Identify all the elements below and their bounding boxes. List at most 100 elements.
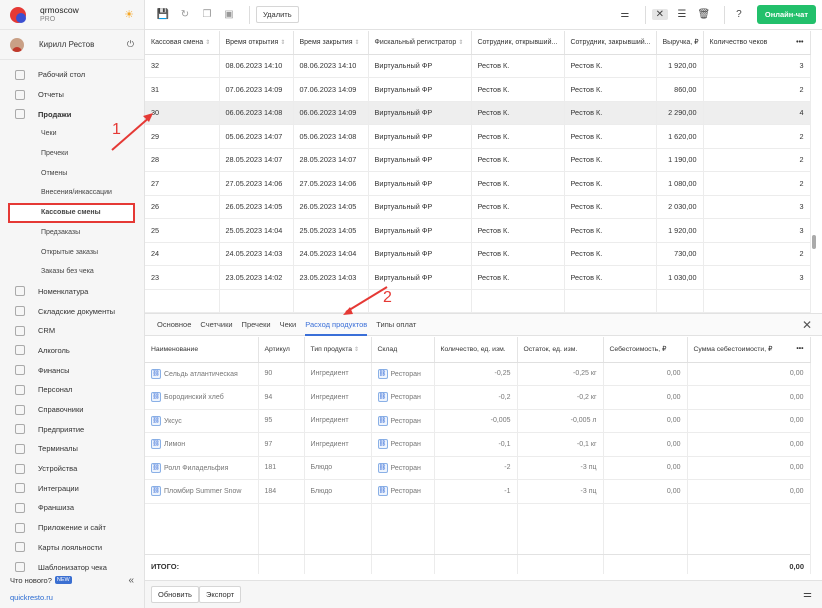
table-row[interactable]: 32 08.06.2023 14:10 08.06.2023 14:10 Виртуа… xyxy=(145,54,811,78)
table-row[interactable]: 23 23.05.2023 14:02 23.05.2023 14:03 Виртуа… xyxy=(145,265,811,290)
table-cell[interactable]: ⛓ Ресторан xyxy=(371,362,435,386)
nav-item-terminals[interactable]: Терминалы xyxy=(0,439,144,459)
nav-item-references[interactable]: Справочники xyxy=(0,400,144,420)
theme-toggle-icon[interactable]: ☀ xyxy=(124,8,134,21)
nav-item-dashboard[interactable]: Рабочий стол xyxy=(0,65,144,85)
nav-item-nomenclature[interactable]: Номенклатура xyxy=(0,282,144,302)
nav-item-integrations[interactable]: Интеграции xyxy=(0,478,144,498)
table-cell[interactable]: ⛓ Ресторан xyxy=(371,479,435,504)
nav-sub-cancellations[interactable]: Отмены xyxy=(0,163,144,183)
tab-main[interactable]: Основное xyxy=(157,314,191,336)
tools-icon[interactable]: ✕ xyxy=(651,9,668,20)
table-row[interactable]: 27 27.05.2023 14:06 27.05.2023 14:06 Виртуа… xyxy=(145,171,811,196)
table-row[interactable]: ⛓ Уксус 95 Ингредиент ⛓ Ресторан -0,005 -0,005 … xyxy=(145,409,811,433)
link-icon[interactable]: ⛓ xyxy=(377,439,388,450)
nav-item-finance[interactable]: Финансы xyxy=(0,360,144,380)
col-name[interactable]: Наименование xyxy=(145,337,259,363)
logout-icon[interactable]: ⏻ xyxy=(127,39,134,50)
col-checks-count[interactable]: Количество чеков ••• xyxy=(703,31,811,55)
nav-sub-cash-movements[interactable]: Внесения/инкассации xyxy=(0,183,144,203)
nav-item-crm[interactable]: CRM xyxy=(0,321,144,341)
online-chat-button[interactable]: Онлайн-чат xyxy=(756,5,816,24)
link-icon[interactable]: ⛓ xyxy=(151,462,161,473)
tab-product-consumption[interactable]: Расход продуктов xyxy=(305,314,368,336)
link-icon[interactable]: ⛓ xyxy=(377,415,388,426)
table-cell[interactable]: ⛓ Ресторан xyxy=(371,456,435,480)
save-icon[interactable]: 💾 xyxy=(155,9,171,20)
col-close-time[interactable]: Время закрытия ⇕ xyxy=(293,31,369,55)
link-icon[interactable]: ⛓ xyxy=(377,368,388,379)
link-icon[interactable]: ⛓ xyxy=(151,368,161,379)
help-icon[interactable]: ? xyxy=(731,9,747,20)
link-icon[interactable]: ⛓ xyxy=(377,486,388,497)
table-row[interactable]: ⛓ Сельдь атлантическая 90 Ингредиент ⛓ Рестор… xyxy=(145,362,811,386)
nav-item-enterprise[interactable]: Предприятие xyxy=(0,419,144,439)
col-remainder[interactable]: Остаток, ед. изм. xyxy=(517,337,604,363)
user-block[interactable]: Кирилл Рестов ⏻ xyxy=(0,30,144,60)
table-row[interactable]: ⛓ Пломбир Summer Snow 184 Блюдо ⛓ Ресторан -1-… xyxy=(145,479,811,504)
col-revenue[interactable]: Выручка, ₽ xyxy=(656,31,704,55)
col-product-type[interactable]: Тип продукта ⇕ xyxy=(304,337,372,363)
table-cell[interactable]: ⛓ Ресторан xyxy=(371,409,435,433)
table-row[interactable]: 28 28.05.2023 14:07 28.05.2023 14:07 Виртуа… xyxy=(145,148,811,172)
nav-item-loyalty[interactable]: Карты лояльности xyxy=(0,538,144,558)
tab-counters[interactable]: Счетчики xyxy=(200,314,232,336)
more-icon[interactable]: ••• xyxy=(796,345,803,352)
nav-sub-checks[interactable]: Чеки xyxy=(0,124,144,144)
table-cell[interactable]: ⛓ Сельдь атлантическая xyxy=(145,362,259,386)
col-quantity[interactable]: Количество, ед. изм. xyxy=(434,337,518,363)
site-link[interactable]: quickresto.ru xyxy=(10,593,53,602)
table-cell[interactable]: ⛓ Ролл Филадельфия xyxy=(145,456,259,480)
col-closed-by[interactable]: Сотрудник, закрывший... xyxy=(564,31,657,55)
col-opened-by[interactable]: Сотрудник, открывший... xyxy=(471,31,565,55)
link-icon[interactable]: ⛓ xyxy=(151,415,161,426)
table-row[interactable]: 31 07.06.2023 14:09 07.06.2023 14:09 Виртуа… xyxy=(145,77,811,102)
filter-sliders-icon[interactable]: ⚌ xyxy=(617,9,633,20)
nav-item-franchise[interactable]: Франшиза xyxy=(0,498,144,518)
table-row[interactable]: 26 26.05.2023 14:05 26.05.2023 14:05 Виртуа… xyxy=(145,195,811,219)
more-icon[interactable]: ••• xyxy=(796,39,803,46)
nav-item-warehouse-docs[interactable]: Складские документы xyxy=(0,301,144,321)
table-cell[interactable]: ⛓ Ресторан xyxy=(371,432,435,457)
col-cost[interactable]: Себестоимость, ₽ xyxy=(603,337,688,363)
nav-item-staff[interactable]: Персонал xyxy=(0,380,144,400)
table-row[interactable]: ⛓ Лимон 97 Ингредиент ⛓ Ресторан -0,1 -0,1 кг 0,… xyxy=(145,432,811,457)
list-icon[interactable]: ☰ xyxy=(674,9,690,20)
col-article[interactable]: Артикул xyxy=(258,337,305,363)
col-warehouse[interactable]: Склад xyxy=(371,337,435,363)
collapse-sidebar-icon[interactable]: « xyxy=(128,575,134,586)
nav-sub-open-orders[interactable]: Открытые заказы xyxy=(0,242,144,262)
refresh-icon[interactable]: ↻ xyxy=(177,9,193,20)
table-row[interactable]: 30 06.06.2023 14:08 06.06.2023 14:09 Виртуа… xyxy=(145,101,811,125)
close-icon[interactable]: ✕ xyxy=(802,318,812,332)
nav-item-devices[interactable]: Устройства xyxy=(0,459,144,479)
nav-item-reports[interactable]: Отчеты xyxy=(0,85,144,105)
table-cell[interactable]: ⛓ Пломбир Summer Snow xyxy=(145,479,259,504)
nav-item-alcohol[interactable]: Алкоголь xyxy=(0,341,144,361)
table-row[interactable]: 25 25.05.2023 14:04 25.05.2023 14:05 Виртуа… xyxy=(145,218,811,243)
nav-sub-orders-no-check[interactable]: Заказы без чека xyxy=(0,262,144,282)
table-row[interactable]: ⛓ Ролл Филадельфия 181 Блюдо ⛓ Ресторан -2 -3 п… xyxy=(145,456,811,480)
refresh-button[interactable]: Обновить xyxy=(151,586,199,603)
tab-payment-types[interactable]: Типы оплат xyxy=(376,314,416,336)
col-cost-sum[interactable]: Сумма себестоимости, ₽ ••• xyxy=(687,337,811,363)
col-fiscal[interactable]: Фискальный регистратор ⇕ xyxy=(368,31,472,55)
table-cell[interactable]: ⛓ Ресторан xyxy=(371,385,435,410)
nav-sub-prechecks[interactable]: Пречеки xyxy=(0,144,144,164)
link-icon[interactable]: ⛓ xyxy=(151,392,161,403)
col-open-time[interactable]: Время открытия ⇕ xyxy=(219,31,294,55)
whats-new[interactable]: Что нового? NEW « xyxy=(0,572,144,588)
link-icon[interactable]: ⛓ xyxy=(377,462,388,473)
link-icon[interactable]: ⛓ xyxy=(151,439,161,450)
table-row[interactable]: ⛓ Бородинский хлеб 94 Ингредиент ⛓ Ресторан -0… xyxy=(145,385,811,410)
nav-item-app-site[interactable]: Приложение и сайт xyxy=(0,518,144,538)
tab-prechecks[interactable]: Пречеки xyxy=(242,314,271,336)
delete-button[interactable]: Удалить xyxy=(256,6,299,23)
copy-icon[interactable]: ❐ xyxy=(199,9,215,20)
link-icon[interactable]: ⛓ xyxy=(151,486,161,497)
nav-sub-cash-shifts[interactable]: Кассовые смены xyxy=(8,202,135,223)
table-row[interactable]: 24 24.05.2023 14:03 24.05.2023 14:04 Виртуа… xyxy=(145,242,811,266)
table-row[interactable]: 29 05.06.2023 14:07 05.06.2023 14:08 Виртуа… xyxy=(145,124,811,149)
table-cell[interactable]: ⛓ Уксус xyxy=(145,409,259,433)
nav-sub-preorders[interactable]: Предзаказы xyxy=(0,223,144,243)
